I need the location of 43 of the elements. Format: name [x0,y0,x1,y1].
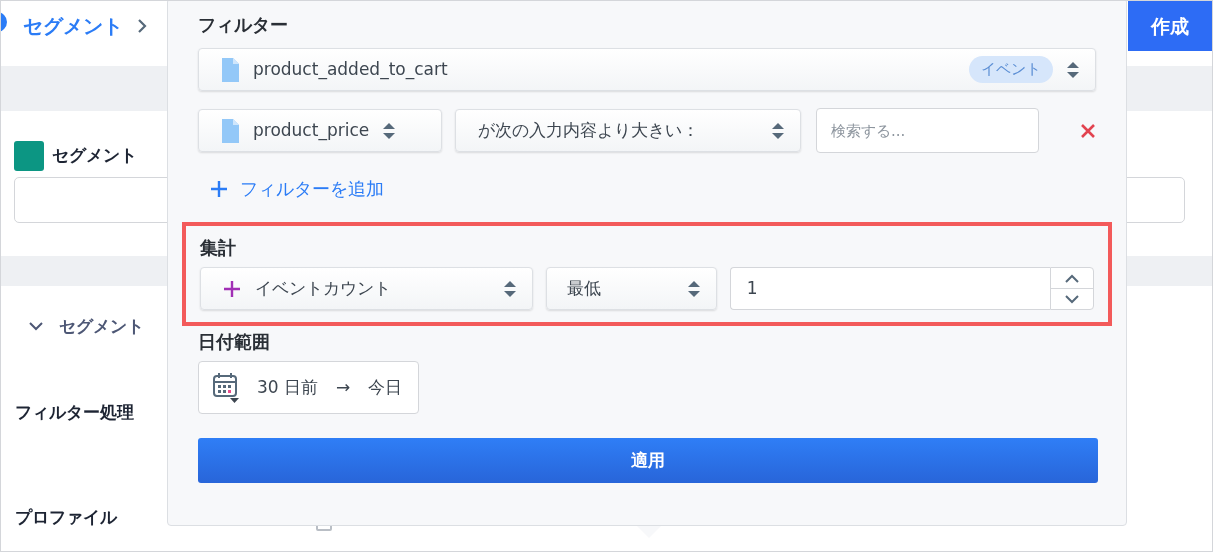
measure-select[interactable]: イベントカウント [200,267,534,310]
document-icon [221,118,239,143]
comparator-select[interactable]: 最低 [546,267,717,310]
color-swatch[interactable] [14,141,44,171]
sort-icon [772,122,784,139]
measure-name: イベントカウント [255,276,392,300]
section-title: 日付範囲 [198,330,271,354]
add-filter-button[interactable]: フィルターを追加 [210,175,384,202]
breadcrumb-link[interactable]: セグメント [23,11,123,41]
search-field[interactable]: 検索する... [816,108,1039,153]
stepper-control[interactable] [1050,267,1094,310]
chevron-down-icon[interactable] [29,321,43,332]
property-select[interactable]: product_price [198,109,442,152]
apply-button[interactable]: 適用 [198,438,1098,483]
arrow-text: → [336,375,351,399]
date-range-picker[interactable]: 30 日前 → 今日 [198,361,420,414]
sort-icon [687,280,700,297]
chevron-down-icon[interactable] [1065,294,1079,304]
event-select[interactable]: product_added_to_cart イベント [198,48,1096,91]
field-label: セグメント [52,144,137,168]
sort-icon [504,280,517,297]
event-badge: イベント [969,56,1053,83]
plus-icon [210,179,228,198]
section-title: フィルター [198,13,289,37]
chevron-right-icon [137,18,147,34]
number-field[interactable]: 1 [729,267,1050,310]
date-to: 今日 [368,375,403,399]
section-header[interactable]: セグメント [59,314,144,340]
calendar-icon [213,372,239,403]
sort-icon [1067,61,1079,78]
plus-icon [223,279,241,298]
date-from: 30 日前 [257,375,319,399]
close-icon[interactable] [1080,122,1096,139]
field-label: フィルター処理 [15,400,135,424]
event-name: product_added_to_cart [253,57,449,82]
section-title: 集計 [200,236,237,260]
document-icon [221,57,239,82]
create-button[interactable]: 作成 [1128,1,1212,51]
property-name: product_price [253,118,370,143]
sort-icon [383,122,396,139]
field-label: プロファイル [15,506,119,530]
operator-select[interactable]: が次の入力内容より大きい： [454,109,801,152]
chevron-up-icon[interactable] [1065,273,1079,283]
